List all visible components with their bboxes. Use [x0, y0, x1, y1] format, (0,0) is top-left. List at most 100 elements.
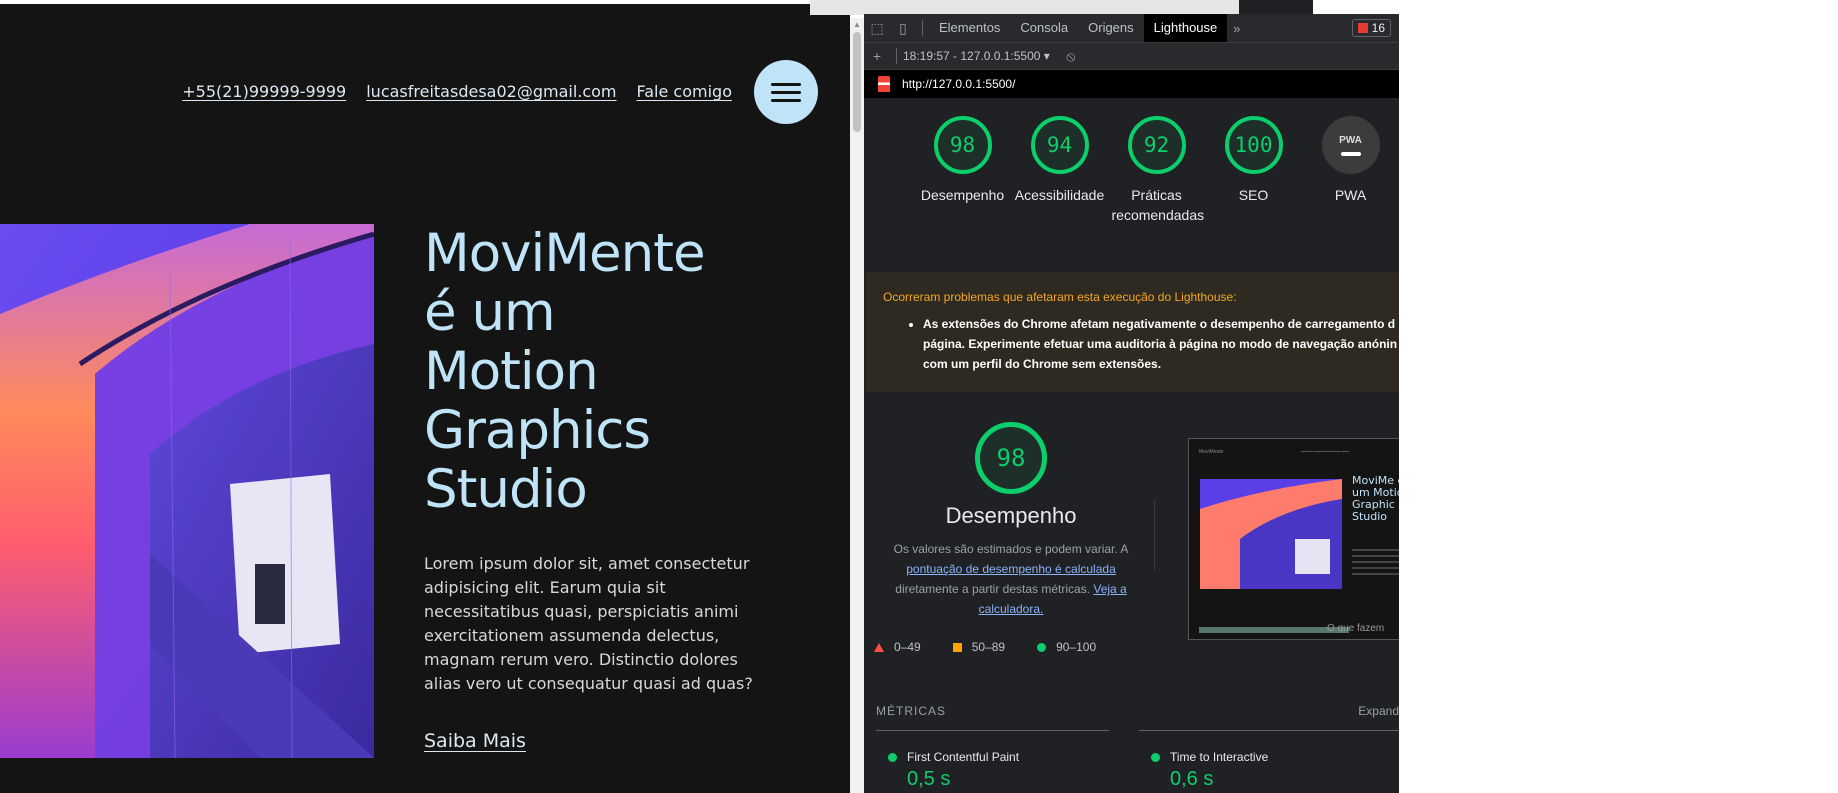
devtools-panel: ⬚ ▯ Elementos Consola Origens Lighthouse…	[864, 14, 1399, 793]
legend-fail: 0–49	[874, 640, 921, 654]
site-nav: +55(21)99999-9999 lucasfreitasdesa02@gma…	[182, 82, 732, 101]
report-selector[interactable]: 18:19:57 - 127.0.0.1:5500 ▾	[903, 49, 1050, 63]
new-report-icon[interactable]: +	[864, 48, 890, 64]
divider	[1154, 500, 1155, 570]
report-url[interactable]: http://127.0.0.1:5500/	[902, 77, 1015, 91]
warning-list: As extensões do Chrome afetam negativame…	[883, 314, 1399, 374]
hero-description: Lorem ipsum dolor sit, amet consectetur …	[424, 554, 753, 693]
gauge-acessibilidade[interactable]: 94 Acessibilidade	[1011, 116, 1108, 225]
warning-title: Ocorreram problemas que afetaram esta ex…	[883, 290, 1237, 304]
hero-title-line: Studio	[424, 459, 588, 520]
legend-label: 90–100	[1056, 640, 1097, 654]
metric-label: Time to Interactive	[1170, 750, 1269, 764]
score-ring: 94	[1030, 116, 1089, 174]
more-tabs-icon[interactable]: »	[1227, 21, 1246, 36]
scrollbar-thumb[interactable]	[853, 32, 861, 132]
tab-consola[interactable]: Consola	[1010, 14, 1078, 42]
hero-title-line: MoviMente	[424, 223, 706, 284]
website-viewport: +55(21)99999-9999 lucasfreitasdesa02@gma…	[0, 0, 850, 793]
performance-title: Desempenho	[945, 503, 1077, 528]
performance-score-ring: 98	[975, 422, 1047, 494]
final-screenshot: MoviMente ━━━━━ ━━━━━━━━━━━ ━━━ MoviMe é…	[1188, 438, 1399, 640]
page-scrollbar[interactable]: ▲	[850, 18, 864, 793]
legend-label: 50–89	[971, 640, 1006, 654]
legend-pass: 90–100	[1037, 640, 1096, 654]
metric-value: 0,5 s	[907, 768, 951, 790]
hero-title: MoviMente é um Motion Graphics Studio	[424, 224, 784, 519]
report-url-bar: http://127.0.0.1:5500/	[864, 70, 1399, 98]
gauge-pwa[interactable]: PWA PWA	[1302, 116, 1399, 225]
pwa-dash	[1340, 151, 1361, 156]
score-legend: 0–49 50–89 90–100	[874, 640, 1128, 654]
divider	[1139, 730, 1399, 731]
gauge-label: Práticas recomendadas	[1111, 187, 1205, 223]
lighthouse-toolbar: + 18:19:57 - 127.0.0.1:5500 ▾ ⦸	[864, 43, 1399, 70]
divider	[896, 48, 897, 64]
report-selector-label: 18:19:57 - 127.0.0.1:5500	[903, 49, 1041, 63]
circle-icon	[1037, 642, 1047, 652]
hero-image	[0, 224, 374, 758]
chevron-down-icon: ▾	[1043, 49, 1050, 63]
email-link[interactable]: lucasfreitasdesa02@gmail.com	[366, 82, 616, 101]
metrics-header: MÉTRICAS Expand	[876, 704, 1399, 718]
metric-fcp: First Contentful Paint 0,5 s	[888, 750, 1019, 791]
thumbnail-text-lines	[1352, 549, 1399, 579]
gauge-label: Acessibilidade	[1014, 187, 1105, 203]
square-icon	[952, 642, 962, 652]
thumbnail-title: MoviMe é um Motion Graphic Studio	[1352, 474, 1399, 523]
phone-link[interactable]: +55(21)99999-9999	[182, 82, 346, 101]
legend-average: 50–89	[952, 640, 1006, 654]
saiba-mais-link[interactable]: Saiba Mais	[424, 730, 526, 752]
gauge-praticas[interactable]: 92 Práticas recomendadas	[1108, 116, 1205, 225]
thumbnail-hero-image	[1200, 479, 1342, 589]
pwa-badge-text: PWA	[1339, 134, 1362, 146]
thumbnail-graphic	[1200, 479, 1342, 589]
hero-title-line: Graphics	[424, 400, 651, 461]
tab-lighthouse[interactable]: Lighthouse	[1143, 14, 1228, 42]
inspect-element-icon[interactable]: ⬚	[864, 20, 890, 37]
metrics-heading: MÉTRICAS	[876, 704, 947, 718]
circle-icon	[888, 752, 897, 762]
score-calculation-link[interactable]: pontuação de desempenho é calculada	[906, 562, 1116, 576]
pwa-badge-icon: PWA	[1321, 116, 1380, 174]
thumbnail-logo: MoviMente	[1199, 449, 1224, 455]
hamburger-icon-line	[771, 98, 801, 102]
lighthouse-icon	[878, 76, 890, 92]
issues-badge[interactable]: 16	[1351, 19, 1391, 37]
divider	[922, 20, 923, 36]
gauge-label: PWA	[1334, 187, 1367, 203]
tab-origens[interactable]: Origens	[1078, 14, 1144, 42]
hero-title-line: Motion	[424, 341, 599, 402]
background-tab	[1239, 0, 1313, 15]
hamburger-icon-line	[771, 90, 801, 94]
score-ring: 98	[933, 116, 992, 174]
contact-link[interactable]: Fale comigo	[637, 82, 732, 101]
expand-view-toggle[interactable]: Expand	[1358, 704, 1399, 718]
thumbnail-tail-text: O que fazem	[1327, 623, 1385, 634]
menu-button[interactable]	[754, 60, 818, 124]
desc-text: diretamente a partir destas métricas.	[895, 582, 1091, 596]
triangle-icon	[874, 642, 884, 652]
issue-flag-icon	[1357, 23, 1368, 33]
circle-icon	[1151, 752, 1160, 762]
legend-label: 0–49	[894, 640, 921, 654]
performance-summary: 98 Desempenho Os valores são estimados e…	[884, 422, 1138, 619]
issues-count: 16	[1371, 21, 1385, 35]
score-ring: 100	[1224, 116, 1283, 174]
warning-item: As extensões do Chrome afetam negativame…	[923, 314, 1399, 374]
clear-reports-icon[interactable]: ⦸	[1058, 48, 1084, 65]
gauge-seo[interactable]: 100 SEO	[1205, 116, 1302, 225]
metric-tti: Time to Interactive 0,6 s	[1151, 750, 1268, 791]
device-toolbar-icon[interactable]: ▯	[890, 20, 916, 37]
runtime-warning: Ocorreram problemas que afetaram esta ex…	[866, 272, 1399, 392]
thumbnail-nav: ━━━━━ ━━━━━━━━━━━ ━━━	[1301, 449, 1349, 454]
gauge-desempenho[interactable]: 98 Desempenho	[914, 116, 1011, 225]
hero-image-graphic	[0, 224, 374, 758]
hamburger-icon	[771, 82, 801, 86]
lighthouse-report: 98 Desempenho 94 Acessibilidade 92 Práti…	[864, 98, 1399, 793]
desc-text: Os valores são estimados e podem variar.…	[893, 542, 1129, 556]
metric-value: 0,6 s	[1170, 768, 1214, 790]
tab-elementos[interactable]: Elementos	[929, 14, 1010, 42]
gauge-label: SEO	[1238, 187, 1269, 203]
scroll-up-arrow-icon[interactable]: ▲	[853, 20, 861, 29]
